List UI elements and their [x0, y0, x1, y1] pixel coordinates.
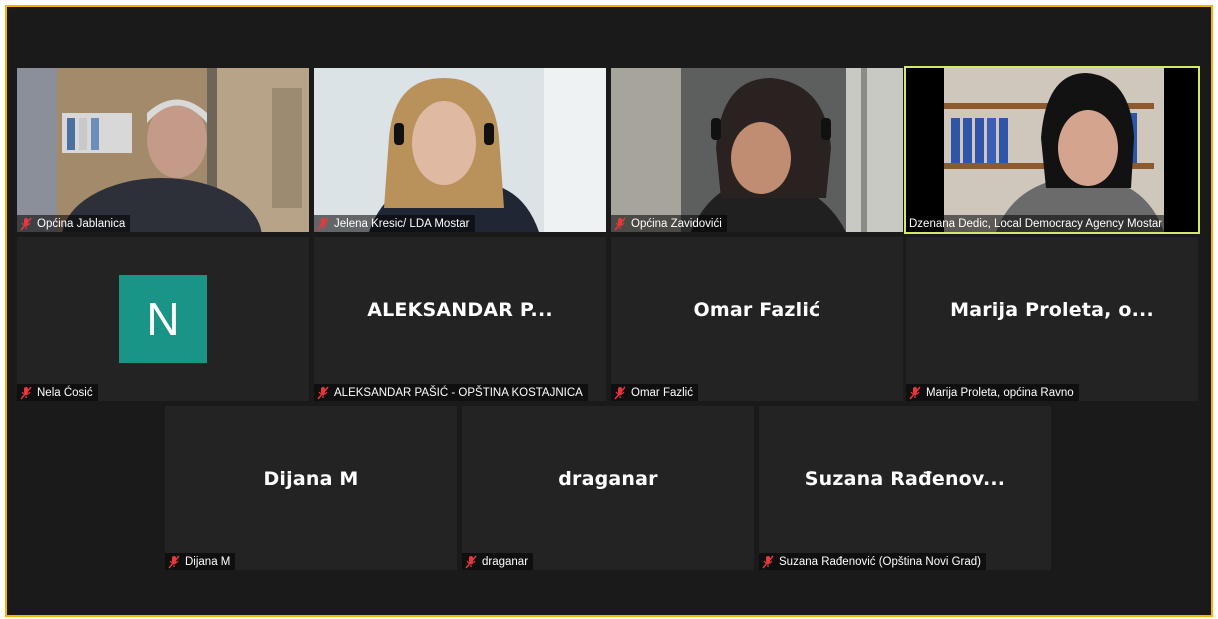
- muted-microphone-icon: [317, 386, 329, 399]
- participant-name-label: Suzana Rađenović (Opština Novi Grad): [759, 553, 986, 570]
- video-tile-dzenana-dedic[interactable]: Dzenana Dedic, Local Democracy Agency Mo…: [904, 66, 1200, 234]
- tile-suzana-radenovic[interactable]: Suzana Rađenov... Suzana Rađenović (Opšt…: [759, 406, 1051, 570]
- participant-display-name: Marija Proleta, o...: [950, 299, 1154, 321]
- muted-microphone-icon: [317, 217, 329, 230]
- participant-display-name: ALEKSANDAR P...: [367, 299, 553, 321]
- participant-name-label: Marija Proleta, općina Ravno: [906, 384, 1079, 401]
- muted-microphone-icon: [20, 386, 32, 399]
- tile-omar-fazlic[interactable]: Omar Fazlić Omar Fazlić: [611, 237, 903, 401]
- tile-nela-cosic[interactable]: N Nela Ćosić: [17, 237, 309, 401]
- participant-name-label: Dzenana Dedic, Local Democracy Agency Mo…: [906, 215, 1168, 232]
- avatar: N: [119, 275, 207, 363]
- muted-microphone-icon: [465, 555, 477, 568]
- participant-display-name: Dijana M: [263, 468, 359, 490]
- participant-video: [314, 68, 606, 232]
- participant-name-label: Općina Zavidovići: [611, 215, 727, 232]
- tile-aleksandar-pasic[interactable]: ALEKSANDAR P... ALEKSANDAR PAŠIĆ - OPŠTI…: [314, 237, 606, 401]
- muted-microphone-icon: [762, 555, 774, 568]
- participant-name-label: Jelena Kresic/ LDA Mostar: [314, 215, 475, 232]
- participant-video: [611, 68, 903, 232]
- participant-name-label: ALEKSANDAR PAŠIĆ - OPŠTINA KOSTAJNICA: [314, 384, 588, 401]
- participant-name-label: Općina Jablanica: [17, 215, 131, 232]
- video-tile-opcina-zavidovici[interactable]: Općina Zavidovići: [611, 68, 903, 232]
- participant-display-name: Omar Fazlić: [693, 299, 821, 321]
- tile-dijana-m[interactable]: Dijana M Dijana M: [165, 406, 457, 570]
- tile-marija-proleta[interactable]: Marija Proleta, o... Marija Proleta, opć…: [906, 237, 1198, 401]
- muted-microphone-icon: [168, 555, 180, 568]
- participant-name-label: Nela Ćosić: [17, 384, 98, 401]
- video-tile-opcina-jablanica[interactable]: Općina Jablanica: [17, 68, 309, 232]
- muted-microphone-icon: [909, 386, 921, 399]
- muted-microphone-icon: [20, 217, 32, 230]
- participant-name-label: Omar Fazlić: [611, 384, 698, 401]
- muted-microphone-icon: [614, 386, 626, 399]
- tile-draganar[interactable]: draganar draganar: [462, 406, 754, 570]
- muted-microphone-icon: [614, 217, 626, 230]
- video-tile-jelena-kresic[interactable]: Jelena Kresic/ LDA Mostar: [314, 68, 606, 232]
- participant-display-name: draganar: [558, 468, 658, 490]
- participant-name-label: Dijana M: [165, 553, 236, 570]
- participant-display-name: Suzana Rađenov...: [804, 468, 1006, 490]
- participant-video: [906, 68, 1198, 232]
- participant-video: [17, 68, 309, 232]
- participant-name-label: draganar: [462, 553, 534, 570]
